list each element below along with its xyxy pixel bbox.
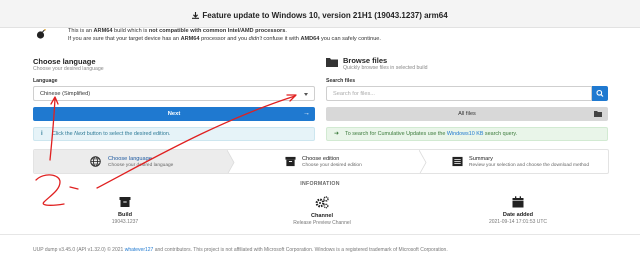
build-value: 19043.1237 bbox=[111, 219, 139, 225]
choose-language-heading: Choose language bbox=[33, 57, 96, 66]
step-title: Choose language bbox=[108, 156, 152, 162]
page-title: Feature update to Windows 10, version 21… bbox=[0, 11, 640, 20]
annotation-stroke bbox=[69, 186, 79, 190]
globe-icon bbox=[90, 156, 101, 167]
warning-text: This is an ARM64 build which is not comp… bbox=[68, 28, 381, 42]
date-added-value: 2021-09-14 17:01:53 UTC bbox=[488, 219, 548, 225]
step-divider bbox=[419, 150, 427, 173]
date-added-label: Date added bbox=[502, 212, 534, 218]
browse-files-heading: Browse files bbox=[343, 56, 388, 65]
search-tip-alert: ➜ To search for Cumulative Updates use t… bbox=[326, 127, 608, 141]
author-link[interactable]: whatever127 bbox=[125, 247, 154, 253]
all-files-button[interactable]: All files bbox=[326, 107, 608, 121]
gears-icon bbox=[315, 196, 329, 209]
language-label: Language bbox=[33, 78, 58, 84]
list-icon bbox=[452, 156, 463, 167]
step-summary[interactable]: Summary Review your selection and choose… bbox=[427, 150, 608, 173]
step-divider bbox=[227, 150, 235, 173]
all-files-label: All files bbox=[458, 111, 476, 117]
kb-query-link[interactable]: Windows10 KB bbox=[447, 131, 484, 137]
step-subtitle: Choose your desired edition bbox=[302, 163, 362, 168]
channel-value: Release Preview Channel bbox=[293, 220, 351, 226]
info-icon: i bbox=[41, 131, 43, 137]
bomb-icon bbox=[36, 29, 46, 39]
annotation-number-two bbox=[35, 174, 65, 206]
archive-box-icon bbox=[285, 156, 296, 167]
search-button[interactable] bbox=[592, 86, 608, 101]
search-placeholder: Search for files... bbox=[333, 91, 375, 97]
build-label: Build bbox=[118, 212, 132, 218]
step-choose-edition[interactable]: Choose edition Choose your desired editi… bbox=[235, 150, 419, 173]
arrow-right-icon: ➜ bbox=[334, 131, 340, 137]
step-subtitle: Review your selection and choose the dow… bbox=[469, 163, 589, 168]
calendar-icon bbox=[512, 196, 524, 208]
step-title: Summary bbox=[469, 156, 493, 162]
language-select[interactable]: Chinese (Simplified) bbox=[33, 86, 315, 101]
next-button-label: Next bbox=[167, 111, 181, 117]
archive-box-icon bbox=[119, 197, 131, 207]
choose-language-subtitle: Choose your desired language bbox=[33, 66, 104, 72]
search-files-input[interactable]: Search for files... bbox=[326, 86, 592, 101]
folder-icon bbox=[326, 58, 338, 67]
language-selected-value: Chinese (Simplified) bbox=[40, 91, 91, 97]
step-subtitle: Choose your desired language bbox=[108, 163, 174, 168]
footer: UUP dump v3.45.0 (API v1.32.0) © 2021 wh… bbox=[0, 234, 640, 254]
channel-label: Channel bbox=[310, 213, 334, 219]
steps-bar: Choose language Choose your desired lang… bbox=[33, 149, 609, 174]
language-info-alert: i Click the Next button to select the de… bbox=[33, 127, 315, 141]
download-icon bbox=[192, 12, 200, 19]
next-button[interactable]: Next → bbox=[33, 107, 315, 121]
chevron-down-icon bbox=[304, 93, 308, 96]
search-files-label: Search files bbox=[326, 78, 356, 84]
step-title: Choose edition bbox=[302, 156, 340, 162]
footer-text: UUP dump v3.45.0 (API v1.32.0) © 2021 wh… bbox=[33, 247, 448, 253]
step-choose-language[interactable]: Choose language Choose your desired lang… bbox=[34, 150, 227, 173]
folder-open-icon bbox=[594, 111, 602, 117]
build-info: Build 19043.1237 bbox=[65, 196, 185, 225]
page-title-text: Feature update to Windows 10, version 21… bbox=[202, 11, 448, 20]
date-added-info: Date added 2021-09-14 17:01:53 UTC bbox=[458, 196, 578, 225]
information-heading: INFORMATION bbox=[300, 181, 340, 187]
arrow-right-icon: → bbox=[303, 110, 310, 117]
browse-files-subtitle: Quickly browse files in selected build bbox=[343, 65, 428, 71]
channel-info: Channel Release Preview Channel bbox=[262, 196, 382, 226]
search-icon bbox=[596, 89, 604, 97]
